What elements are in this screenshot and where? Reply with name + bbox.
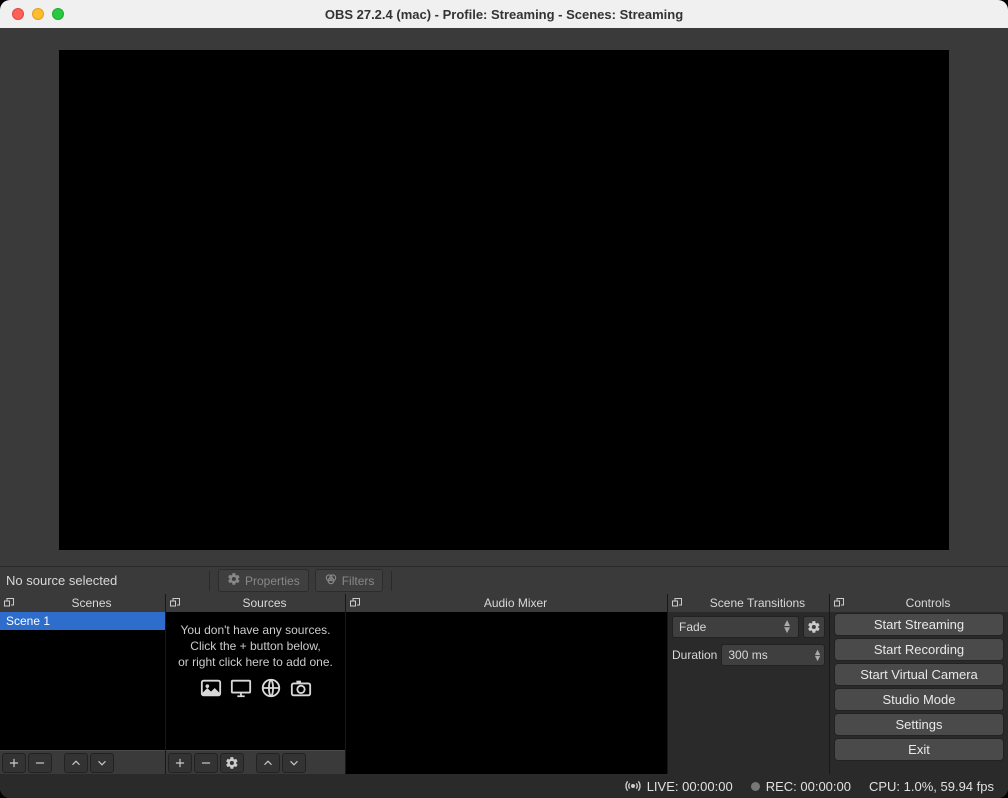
status-bar: LIVE: 00:00:00 REC: 00:00:00 CPU: 1.0%, …	[0, 774, 1008, 798]
scenes-list[interactable]: Scene 1	[0, 612, 165, 750]
live-status: LIVE: 00:00:00	[625, 778, 733, 794]
sources-empty-message: You don't have any sources. Click the + …	[166, 612, 345, 709]
display-icon	[229, 677, 253, 703]
preview-canvas[interactable]	[59, 50, 949, 550]
exit-button[interactable]: Exit	[834, 738, 1004, 761]
dock-title: Audio Mixer	[364, 596, 667, 610]
zoom-icon[interactable]	[52, 8, 64, 20]
controls-dock: Controls Start Streaming Start Recording…	[830, 594, 1008, 774]
titlebar[interactable]: OBS 27.2.4 (mac) - Profile: Streaming - …	[0, 0, 1008, 28]
scene-item-selected[interactable]: Scene 1	[0, 612, 165, 630]
docks-area: Scenes Scene 1	[0, 594, 1008, 774]
transition-settings-button[interactable]	[803, 616, 825, 638]
properties-button[interactable]: Properties	[218, 569, 309, 592]
source-toolbar: No source selected Properties Filters	[0, 566, 1008, 594]
scene-down-button[interactable]	[90, 753, 114, 773]
duration-stepper[interactable]: 300 ms ▲▼	[721, 644, 825, 666]
dock-title: Sources	[184, 596, 345, 610]
globe-icon	[259, 677, 283, 703]
minimize-icon[interactable]	[32, 8, 44, 20]
remove-scene-button[interactable]	[28, 753, 52, 773]
add-scene-button[interactable]	[2, 753, 26, 773]
dock-header[interactable]: Sources	[166, 594, 345, 612]
dock-header[interactable]: Scenes	[0, 594, 165, 612]
rec-status: REC: 00:00:00	[751, 779, 851, 794]
filters-button[interactable]: Filters	[315, 569, 384, 592]
camera-icon	[289, 677, 313, 703]
scenes-dock: Scenes Scene 1	[0, 594, 166, 774]
scenes-toolbar	[0, 750, 165, 774]
start-recording-button[interactable]: Start Recording	[834, 638, 1004, 661]
dock-title: Scenes	[18, 596, 165, 610]
popout-icon[interactable]	[0, 597, 18, 609]
divider	[391, 571, 392, 591]
studio-mode-button[interactable]: Studio Mode	[834, 688, 1004, 711]
popout-icon[interactable]	[668, 597, 686, 609]
transitions-body: Fade ▲▼ Duration 300 ms ▲▼	[668, 612, 829, 774]
settings-button[interactable]: Settings	[834, 713, 1004, 736]
sources-dock: Sources You don't have any sources. Clic…	[166, 594, 346, 774]
audio-mixer-body	[346, 612, 667, 774]
broadcast-icon	[625, 778, 641, 794]
popout-icon[interactable]	[830, 597, 848, 609]
transition-select[interactable]: Fade ▲▼	[672, 616, 799, 638]
filter-icon	[324, 572, 338, 589]
window-controls	[12, 8, 64, 20]
main-window: OBS 27.2.4 (mac) - Profile: Streaming - …	[0, 0, 1008, 798]
transitions-dock: Scene Transitions Fade ▲▼ Duration	[668, 594, 830, 774]
dock-title: Scene Transitions	[686, 596, 829, 610]
updown-icon: ▲▼	[813, 645, 822, 665]
sources-placeholder-icons	[170, 677, 341, 703]
start-streaming-button[interactable]: Start Streaming	[834, 613, 1004, 636]
gear-icon	[227, 572, 241, 589]
duration-label: Duration	[672, 648, 717, 662]
image-icon	[199, 677, 223, 703]
popout-icon[interactable]	[346, 597, 364, 609]
sources-list[interactable]: You don't have any sources. Click the + …	[166, 612, 345, 750]
source-up-button[interactable]	[256, 753, 280, 773]
dock-title: Controls	[848, 596, 1008, 610]
start-virtualcam-button[interactable]: Start Virtual Camera	[834, 663, 1004, 686]
no-source-label: No source selected	[6, 573, 201, 588]
dock-header[interactable]: Audio Mixer	[346, 594, 667, 612]
source-down-button[interactable]	[282, 753, 306, 773]
window-title: OBS 27.2.4 (mac) - Profile: Streaming - …	[0, 7, 1008, 22]
preview-area	[0, 28, 1008, 566]
source-properties-button[interactable]	[220, 753, 244, 773]
popout-icon[interactable]	[166, 597, 184, 609]
scene-up-button[interactable]	[64, 753, 88, 773]
dock-header[interactable]: Scene Transitions	[668, 594, 829, 612]
cpu-status: CPU: 1.0%, 59.94 fps	[869, 779, 994, 794]
dock-header[interactable]: Controls	[830, 594, 1008, 612]
add-source-button[interactable]	[168, 753, 192, 773]
updown-icon: ▲▼	[782, 620, 792, 634]
record-dot-icon	[751, 782, 760, 791]
divider	[209, 571, 210, 591]
sources-toolbar	[166, 750, 345, 774]
remove-source-button[interactable]	[194, 753, 218, 773]
controls-body: Start Streaming Start Recording Start Vi…	[830, 612, 1008, 774]
window-body: No source selected Properties Filters	[0, 28, 1008, 798]
audio-mixer-dock: Audio Mixer	[346, 594, 668, 774]
close-icon[interactable]	[12, 8, 24, 20]
